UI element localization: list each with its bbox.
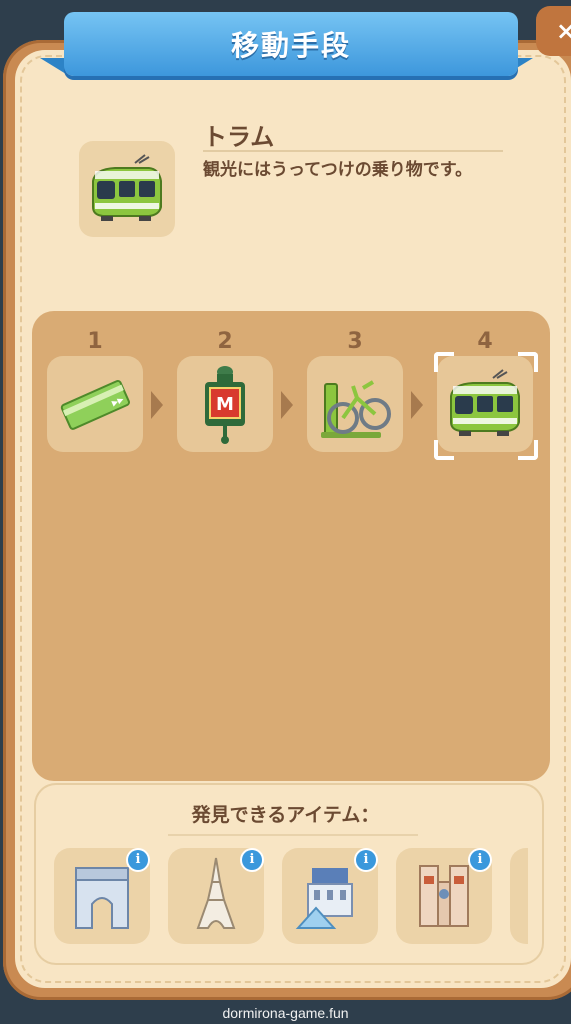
svg-text:M: M	[216, 394, 234, 415]
step-tile-ticket[interactable]	[47, 356, 143, 452]
info-icon[interactable]: i	[356, 850, 376, 870]
panel-title: 移動手段	[230, 29, 351, 62]
tram-icon	[92, 154, 162, 221]
step-number-4: 4	[477, 329, 493, 354]
items-title: 発見できるアイテム：	[191, 804, 380, 826]
step-number-1: 1	[87, 329, 103, 354]
selection-corner-top-right	[518, 352, 538, 372]
transport-description: 観光にはうってつけの乗り物です。	[203, 160, 473, 180]
step-arrow-1	[151, 391, 163, 419]
bicycle-icon	[321, 380, 391, 438]
ticket-icon	[60, 379, 130, 430]
step-tile-metro[interactable]: M	[177, 356, 273, 452]
metro-sign-icon: M	[205, 366, 245, 444]
selection-corner-bottom-right	[518, 440, 538, 460]
step-arrow-3	[411, 391, 423, 419]
info-icon[interactable]: i	[242, 850, 262, 870]
selected-transport-tile	[79, 141, 175, 237]
item-tile-partial[interactable]	[510, 848, 528, 944]
info-icon[interactable]: i	[128, 850, 148, 870]
ribbon-tail-left	[40, 58, 66, 74]
close-button[interactable]: ×	[536, 6, 571, 56]
selection-corner-top-left	[434, 352, 454, 372]
title-ribbon: 移動手段	[64, 12, 518, 76]
info-icon[interactable]: i	[470, 850, 490, 870]
step-number-3: 3	[347, 329, 363, 354]
transport-name: トラム	[203, 123, 275, 151]
step-arrow-2	[281, 391, 293, 419]
watermark: dormirona-game.fun	[222, 1005, 349, 1021]
items-divider	[168, 834, 418, 836]
name-divider	[203, 150, 503, 152]
selection-corner-bottom-left	[434, 440, 454, 460]
step-number-2: 2	[217, 329, 233, 354]
step-tile-bicycle[interactable]	[307, 356, 403, 452]
